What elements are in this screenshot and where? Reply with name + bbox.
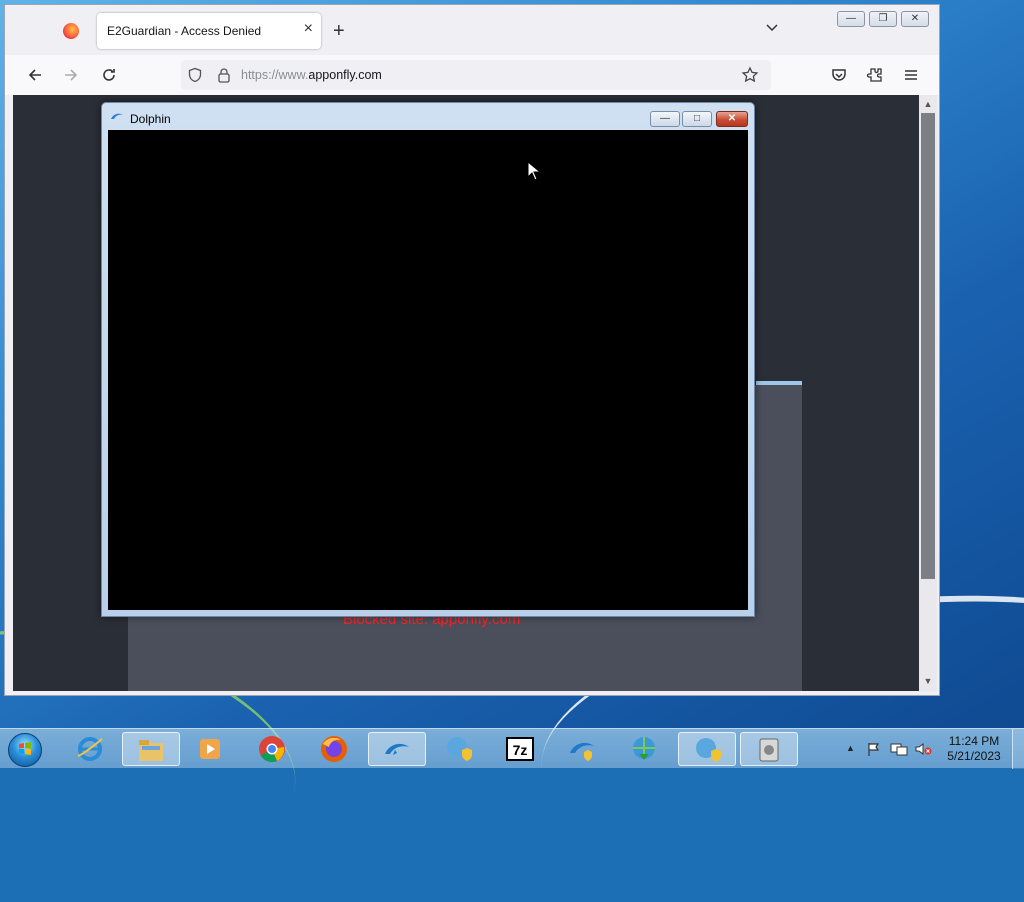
globe-shield-icon-2 xyxy=(696,738,721,762)
dolphin-maximize-button[interactable]: □ xyxy=(682,111,712,127)
minimize-icon: — xyxy=(846,13,856,24)
show-hidden-icons-icon[interactable]: ▲ xyxy=(846,743,855,753)
taskbar-dolphin-2[interactable] xyxy=(554,732,612,766)
network-icon[interactable] xyxy=(890,741,908,757)
taskbar-7zip[interactable]: 7z xyxy=(492,732,550,766)
close-window-button[interactable]: ✕ xyxy=(901,11,929,27)
dolphin-icon xyxy=(385,743,409,755)
url-domain: apponfly.com xyxy=(308,68,382,82)
minimize-icon: — xyxy=(660,113,670,124)
taskbar-disk-utility[interactable] xyxy=(740,732,798,766)
clock-time: 11:24 PM xyxy=(948,734,1000,748)
pocket-icon[interactable] xyxy=(829,65,849,85)
bookmark-star-icon[interactable] xyxy=(741,66,759,84)
clock[interactable]: 11:24 PM 5/21/2023 xyxy=(944,734,1004,764)
show-desktop-button[interactable] xyxy=(1012,729,1024,769)
extensions-icon[interactable] xyxy=(865,65,885,85)
scroll-thumb[interactable] xyxy=(921,113,935,579)
dolphin-logo-icon xyxy=(111,113,123,119)
tab-close-icon[interactable]: × xyxy=(304,20,313,38)
tab-title: E2Guardian - Access Denied xyxy=(107,24,262,38)
taskbar-internet-explorer[interactable] xyxy=(62,732,120,766)
scroll-down-icon[interactable]: ▼ xyxy=(922,675,934,687)
dolphin-window: Dolphin — □ ✕ xyxy=(101,102,755,617)
taskbar-chrome[interactable] xyxy=(244,732,302,766)
restore-icon: ❐ xyxy=(878,13,888,24)
dolphin-render-area[interactable] xyxy=(108,130,748,610)
taskbar-windows-explorer[interactable] xyxy=(122,732,180,766)
page-scrollbar[interactable]: ▲ ▼ xyxy=(919,95,937,691)
close-icon: ✕ xyxy=(727,113,737,124)
lock-icon[interactable] xyxy=(217,67,231,83)
forward-icon[interactable] xyxy=(61,65,81,85)
volume-muted-icon[interactable] xyxy=(914,741,932,757)
mouse-cursor-icon xyxy=(527,161,541,181)
url-bar[interactable]: https://www.apponfly.com xyxy=(181,60,771,90)
firefox-icon xyxy=(321,736,347,762)
menu-icon[interactable] xyxy=(901,65,921,85)
globe-shield-icon xyxy=(447,737,472,761)
clock-date: 5/21/2023 xyxy=(947,749,1001,763)
maximize-button[interactable]: ❐ xyxy=(869,11,897,27)
dolphin-minimize-button[interactable]: — xyxy=(650,111,680,127)
dolphin-shield-icon xyxy=(570,742,594,761)
taskbar-download-manager[interactable] xyxy=(616,732,674,766)
start-button[interactable] xyxy=(8,733,42,767)
seven-zip-icon: 7z xyxy=(506,737,534,761)
close-icon: ✕ xyxy=(910,13,920,24)
taskbar: 7z ▲ 11:24 PM 5/21/2023 xyxy=(0,728,1024,769)
tab-e2guardian[interactable]: E2Guardian - Access Denied × xyxy=(97,13,321,49)
taskbar-media-player[interactable] xyxy=(182,732,240,766)
folder-icon xyxy=(139,740,163,761)
taskbar-firefox[interactable] xyxy=(306,732,364,766)
disk-utility-icon xyxy=(759,738,779,762)
internet-explorer-icon xyxy=(77,737,103,761)
back-icon[interactable] xyxy=(25,65,45,85)
nav-toolbar: https://www.apponfly.com xyxy=(5,55,939,95)
firefox-logo-icon xyxy=(63,23,79,39)
reload-icon[interactable] xyxy=(99,65,119,85)
media-player-icon xyxy=(200,739,220,759)
dolphin-title: Dolphin xyxy=(130,112,171,126)
new-tab-button[interactable]: + xyxy=(333,20,345,43)
taskbar-dolphin[interactable] xyxy=(368,732,426,766)
action-center-flag-icon[interactable] xyxy=(866,741,882,757)
taskbar-network-security[interactable] xyxy=(430,732,488,766)
url-prefix: https://www. xyxy=(241,68,309,82)
maximize-icon: □ xyxy=(693,113,701,124)
windows-logo-icon xyxy=(19,742,31,755)
shield-icon[interactable] xyxy=(187,67,203,83)
taskbar-network-security-2[interactable] xyxy=(678,732,736,766)
tab-strip: E2Guardian - Access Denied × + — ❐ ✕ xyxy=(5,5,939,55)
scroll-up-icon[interactable]: ▲ xyxy=(922,98,934,110)
chrome-icon xyxy=(259,736,285,763)
minimize-button[interactable]: — xyxy=(837,11,865,27)
url-text[interactable]: https://www.apponfly.com xyxy=(241,68,382,82)
list-all-tabs-icon[interactable] xyxy=(765,21,779,35)
download-globe-icon xyxy=(633,737,655,760)
svg-text:7z: 7z xyxy=(513,742,528,758)
dolphin-close-button[interactable]: ✕ xyxy=(716,111,748,127)
